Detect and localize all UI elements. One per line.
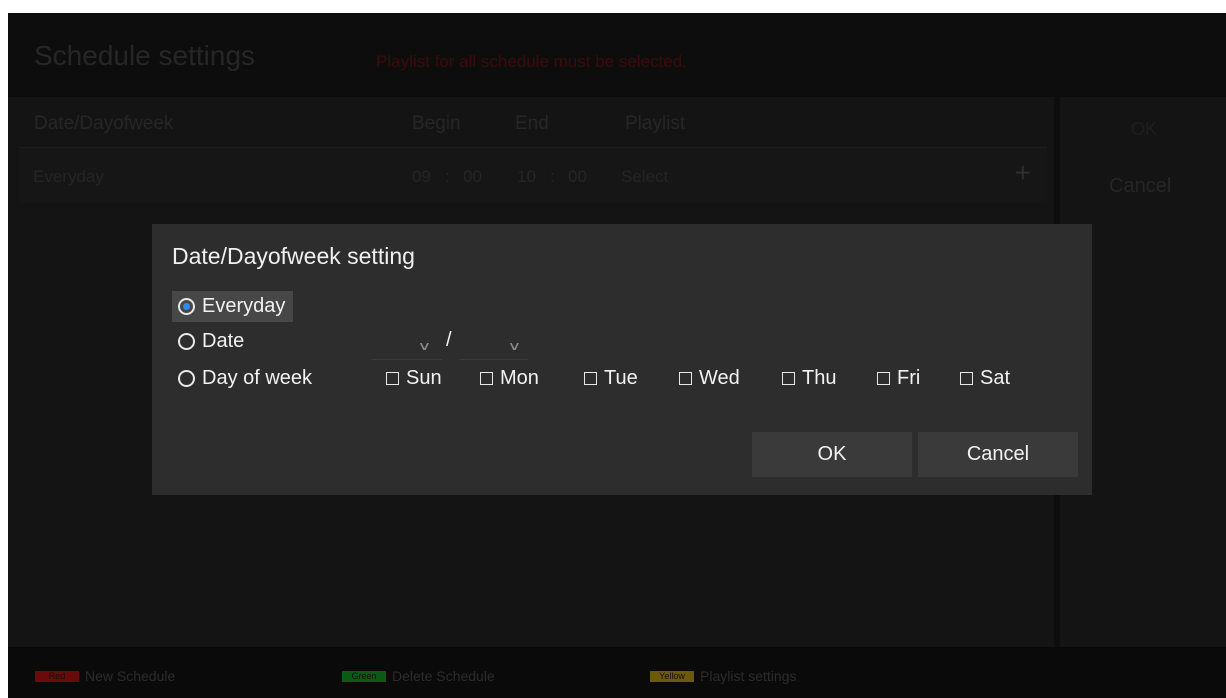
checkbox-sun[interactable]: Sun <box>386 367 442 390</box>
chevron-down-icon: ∨ <box>417 339 432 353</box>
month-select[interactable]: ∨ <box>372 333 442 360</box>
green-key-badge: Green <box>342 671 386 682</box>
option-everyday-label: Everyday <box>202 295 286 317</box>
playlist-settings-label[interactable]: Playlist settings <box>700 668 796 684</box>
row-end-hour[interactable]: 10 <box>517 167 536 187</box>
row-begin-minute[interactable]: 00 <box>463 167 482 187</box>
date-separator: / <box>446 329 452 351</box>
warning-message: Playlist for all schedule must be select… <box>376 52 687 71</box>
checkbox-icon[interactable] <box>782 372 795 385</box>
screen: Schedule settings Playlist for all sched… <box>8 13 1226 698</box>
footer-key-guide: Red New Schedule Green Delete Schedule Y… <box>8 647 1226 698</box>
checkbox-fri[interactable]: Fri <box>877 367 920 390</box>
row-playlist-select[interactable]: Select <box>621 167 668 187</box>
checkbox-thu-label: Thu <box>802 367 837 389</box>
checkbox-sat[interactable]: Sat <box>960 367 1010 390</box>
day-select[interactable]: ∨ <box>460 333 528 360</box>
plus-icon[interactable]: + <box>1015 157 1031 189</box>
checkbox-icon[interactable] <box>679 372 692 385</box>
row-begin-sep: : <box>445 167 450 186</box>
checkbox-icon[interactable] <box>584 372 597 385</box>
side-ok-button[interactable]: OK <box>1131 119 1157 140</box>
checkbox-icon[interactable] <box>877 372 890 385</box>
checkbox-wed[interactable]: Wed <box>679 367 740 390</box>
option-day-of-week-label: Day of week <box>202 367 313 389</box>
column-header-date: Date/Dayofweek <box>34 113 174 134</box>
date-dayofweek-dialog: Date/Dayofweek setting Everyday Date Day… <box>152 224 1092 495</box>
chevron-down-icon: ∨ <box>507 339 522 353</box>
page-title: Schedule settings <box>34 40 256 71</box>
dialog-title: Date/Dayofweek setting <box>172 243 415 269</box>
checkbox-wed-label: Wed <box>699 367 740 389</box>
radio-icon[interactable] <box>178 333 195 350</box>
option-date-label: Date <box>202 330 245 352</box>
checkbox-icon[interactable] <box>386 372 399 385</box>
delete-schedule-label[interactable]: Delete Schedule <box>392 668 495 684</box>
checkbox-fri-label: Fri <box>897 367 921 389</box>
option-everyday[interactable]: Everyday <box>172 291 294 322</box>
column-header-playlist: Playlist <box>625 113 686 134</box>
row-end-minute[interactable]: 00 <box>568 167 587 187</box>
radio-selected-icon[interactable] <box>178 298 195 315</box>
new-schedule-label[interactable]: New Schedule <box>85 668 175 684</box>
checkbox-tue-label: Tue <box>604 367 638 389</box>
radio-icon[interactable] <box>178 370 195 387</box>
row-end-sep: : <box>550 167 555 186</box>
checkbox-mon[interactable]: Mon <box>480 367 539 390</box>
column-header-begin: Begin <box>412 113 461 134</box>
checkbox-thu[interactable]: Thu <box>782 367 836 390</box>
checkbox-mon-label: Mon <box>500 367 539 389</box>
checkbox-icon[interactable] <box>480 372 493 385</box>
side-cancel-button[interactable]: Cancel <box>1109 175 1171 198</box>
column-header-end: End <box>515 113 549 134</box>
row-date[interactable]: Everyday <box>33 167 104 187</box>
option-date[interactable]: Date <box>172 326 252 357</box>
table-row[interactable]: Everyday 09 : 00 10 : 00 Select + <box>19 147 1047 203</box>
yellow-key-badge: Yellow <box>650 671 694 682</box>
checkbox-tue[interactable]: Tue <box>584 367 638 390</box>
cancel-button[interactable]: Cancel <box>918 432 1078 477</box>
checkbox-sun-label: Sun <box>406 367 442 389</box>
checkbox-sat-label: Sat <box>980 367 1011 389</box>
row-begin-hour[interactable]: 09 <box>412 167 431 187</box>
option-day-of-week[interactable]: Day of week <box>172 363 320 394</box>
red-key-badge: Red <box>35 671 79 682</box>
ok-button[interactable]: OK <box>752 432 912 477</box>
checkbox-icon[interactable] <box>960 372 973 385</box>
